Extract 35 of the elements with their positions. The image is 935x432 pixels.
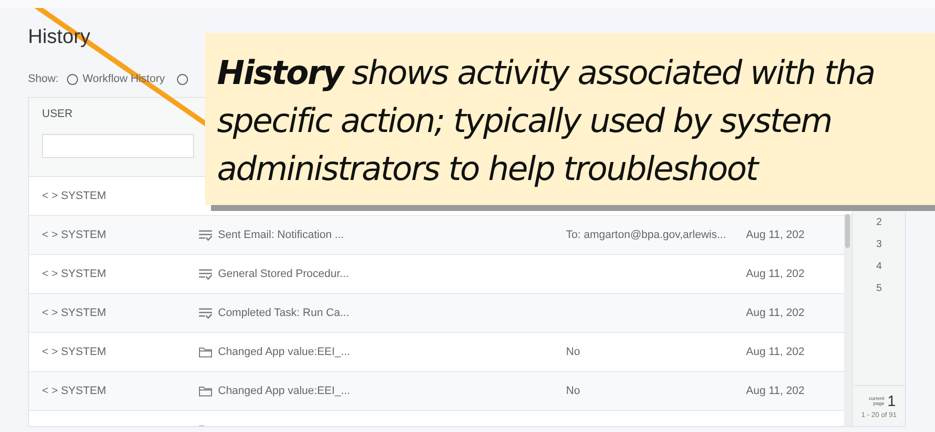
table-cell: No xyxy=(566,346,580,358)
table-cell: Aug 11, 202 xyxy=(746,307,805,319)
folder-icon xyxy=(199,346,212,358)
page-number[interactable]: 3 xyxy=(876,239,882,250)
table-cell: Completed Task: Run Ca... xyxy=(218,307,350,319)
list-check-icon xyxy=(199,230,212,240)
current-page-number: 1 xyxy=(887,393,896,410)
table-cell: Sent Email: Notification ... xyxy=(218,229,344,241)
table-cell: < > SYSTEM xyxy=(42,229,106,241)
page-number[interactable]: 2 xyxy=(876,217,882,228)
table-cell: Aug 11, 202 xyxy=(746,385,805,397)
table-cell: < > SYSTEM xyxy=(42,385,106,397)
show-label: Show: xyxy=(28,73,59,85)
page-number[interactable]: 4 xyxy=(876,261,882,272)
column-header[interactable]: USER xyxy=(42,108,194,120)
filter-field[interactable] xyxy=(42,134,194,158)
table-cell: To: amgarton@bpa.gov,arlewis... xyxy=(566,229,726,241)
table-cell: No xyxy=(566,385,580,397)
table-cell: < > SYSTEM xyxy=(42,307,106,319)
table-cell: Aug 11, 202 xyxy=(746,229,805,241)
table-cell: < > SYSTEM xyxy=(42,346,106,358)
callout-text: History shows activity associated with tha specific action; typically used by system administrators to help troubleshoot xyxy=(217,52,876,190)
table-cell: Changed App value:EEI_... xyxy=(218,346,350,358)
table-cell: Aug 11, 202 xyxy=(746,268,805,280)
list-check-icon xyxy=(199,308,212,318)
table-cell: Aug 11, 202 xyxy=(746,346,805,358)
folder-icon xyxy=(199,386,212,396)
table-cell: Changed App value:EEI_... xyxy=(218,385,350,397)
table-cell: < > SYSTEM xyxy=(42,268,106,280)
table-cell: < > SYSTEM xyxy=(42,190,106,202)
radio-option[interactable] xyxy=(176,74,188,84)
scrollbar[interactable] xyxy=(844,214,852,426)
list-check-icon xyxy=(199,268,212,280)
page-number[interactable]: 5 xyxy=(876,283,882,294)
table-cell: General Stored Procedur... xyxy=(218,268,349,280)
